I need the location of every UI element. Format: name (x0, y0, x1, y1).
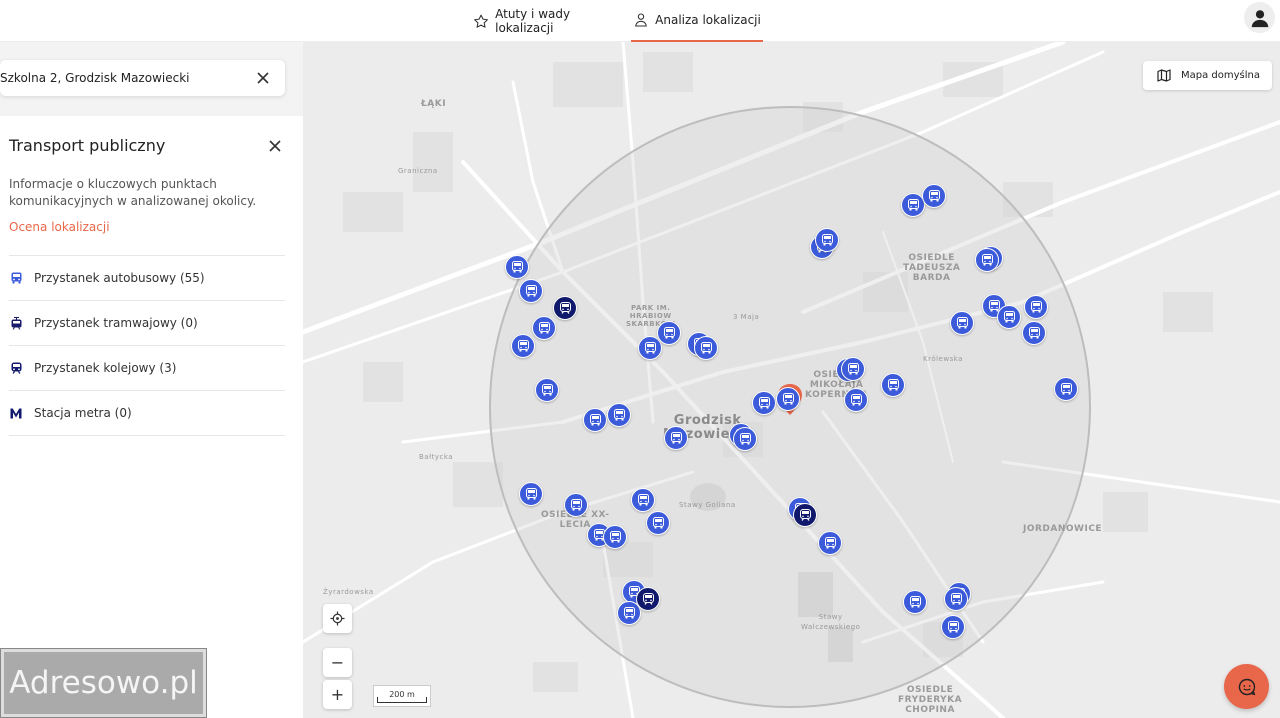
crosshair-icon (330, 611, 345, 626)
bus-icon (9, 271, 23, 285)
clear-address-icon[interactable] (255, 70, 271, 86)
map-type-button[interactable]: Mapa domyślna (1143, 61, 1272, 90)
divider (9, 435, 285, 436)
train-stop-marker[interactable] (636, 587, 660, 611)
map-label-osiedle-tb: OSIEDLE TADEUSZA BARDA (903, 253, 961, 283)
bus-stop-marker[interactable] (564, 493, 588, 517)
location-rating-link[interactable]: Ocena lokalizacji (9, 220, 110, 234)
bus-stop-marker[interactable] (997, 305, 1021, 329)
bus-stop-marker[interactable] (841, 357, 865, 381)
bus-stop-marker[interactable] (903, 590, 927, 614)
category-tram-stop[interactable]: Przystanek tramwajowy (0) (9, 300, 285, 345)
tab-analysis[interactable]: Analiza lokalizacji (631, 0, 763, 42)
scale-label: 200 m (389, 689, 415, 699)
address-value: Szkolna 2, Grodzisk Mazowiecki (0, 71, 190, 85)
train-stop-marker[interactable] (793, 503, 817, 527)
bus-stop-marker[interactable] (505, 255, 529, 279)
bus-stop-marker[interactable] (519, 482, 543, 506)
address-search-field[interactable]: Szkolna 2, Grodzisk Mazowiecki (0, 60, 285, 96)
bus-stop-marker[interactable] (631, 488, 655, 512)
category-bus-stop[interactable]: Przystanek autobusowy (55) (9, 255, 285, 300)
train-icon (9, 361, 23, 375)
adresowo-logo: Adresowo.pl (0, 648, 207, 718)
bus-stop-marker[interactable] (1022, 321, 1046, 345)
map-label-zyrardowska: Żyrardowska (323, 588, 374, 596)
map-label-baltycka: Bałtycka (419, 453, 454, 461)
map-label-laki: ŁĄKI (421, 99, 447, 109)
bus-stop-marker[interactable] (944, 587, 968, 611)
bus-stop-marker[interactable] (664, 426, 688, 450)
bus-stop-marker[interactable] (511, 334, 535, 358)
star-icon (474, 14, 488, 28)
logo-text: Adresowo.pl (9, 665, 198, 701)
chat-button[interactable] (1224, 664, 1269, 709)
chat-icon (1238, 678, 1255, 695)
top-bar: Atuty i wady lokalizacji Analiza lokaliz… (0, 0, 1280, 42)
bus-stop-marker[interactable] (844, 388, 868, 412)
metro-icon (9, 406, 23, 420)
category-label: Przystanek autobusowy (55) (34, 271, 205, 285)
bus-stop-marker[interactable] (607, 403, 631, 427)
map-label-osiedle-fc: OSIEDLE FRYDERYKA CHOPINA (898, 685, 963, 715)
bus-stop-marker[interactable] (922, 184, 946, 208)
map-canvas (303, 42, 1280, 718)
zoom-in-button[interactable]: + (323, 680, 352, 709)
train-stop-marker[interactable] (553, 296, 577, 320)
bus-stop-marker[interactable] (776, 387, 800, 411)
bus-stop-marker[interactable] (941, 615, 965, 639)
bus-stop-marker[interactable] (818, 531, 842, 555)
bus-stop-marker[interactable] (950, 311, 974, 335)
category-label: Przystanek tramwajowy (0) (34, 316, 198, 330)
map-icon (1157, 69, 1171, 82)
map-label-krolewska: Królewska (923, 355, 963, 363)
category-label: Przystanek kolejowy (3) (34, 361, 177, 375)
map-label-stawy-walczewskiego: Stawy Walczewskiego (801, 613, 861, 631)
bus-stop-marker[interactable] (881, 373, 905, 397)
tram-icon (9, 316, 23, 330)
bus-stop-marker[interactable] (535, 378, 559, 402)
user-icon (1251, 9, 1268, 27)
panel-title: Transport publiczny (9, 136, 166, 155)
bus-stop-marker[interactable] (646, 511, 670, 535)
category-train-stop[interactable]: Przystanek kolejowy (3) (9, 345, 285, 390)
zoom-out-label: − (330, 653, 345, 672)
map-type-label: Mapa domyślna (1181, 70, 1260, 81)
bus-stop-marker[interactable] (1024, 295, 1048, 319)
tab-pros-cons-label: Atuty i wady lokalizacji (495, 7, 571, 35)
tab-pros-cons[interactable]: Atuty i wady lokalizacji (473, 0, 625, 42)
zoom-out-button[interactable]: − (323, 648, 352, 677)
locate-me-button[interactable] (323, 604, 352, 633)
map-label-jordanowice: JORDANOWICE (1023, 524, 1103, 534)
bus-stop-marker[interactable] (815, 228, 839, 252)
bus-stop-marker[interactable] (733, 427, 757, 451)
close-panel-icon[interactable] (267, 138, 283, 154)
bus-stop-marker[interactable] (532, 316, 556, 340)
bus-stop-marker[interactable] (975, 248, 999, 272)
sidebar: Szkolna 2, Grodzisk Mazowiecki Transport… (0, 42, 303, 718)
category-metro-station[interactable]: Stacja metra (0) (9, 390, 285, 435)
category-label: Stacja metra (0) (34, 406, 132, 420)
bus-stop-marker[interactable] (583, 408, 607, 432)
map-label-3maja: 3 Maja (733, 313, 760, 321)
panel-description: Informacje o kluczowych punktach komunik… (9, 177, 257, 208)
zoom-in-label: + (330, 685, 345, 704)
bus-stop-marker[interactable] (519, 279, 543, 303)
bus-stop-marker[interactable] (657, 321, 681, 345)
map-view[interactable]: ŁĄKI Grodzisk Mazowiecki PARK IM. HRABIO… (303, 42, 1280, 718)
bus-stop-marker[interactable] (752, 391, 776, 415)
bus-stop-marker[interactable] (603, 525, 627, 549)
map-scale: 200 m (373, 685, 431, 707)
map-label-graniczna: Graniczna (398, 167, 438, 175)
bus-stop-marker[interactable] (1054, 377, 1078, 401)
map-label-stawy-goliana: Stawy Goliana (679, 501, 736, 509)
location-person-icon (635, 13, 648, 27)
user-avatar[interactable] (1244, 2, 1275, 33)
tab-analysis-label: Analiza lokalizacji (655, 13, 761, 27)
bus-stop-marker[interactable] (694, 336, 718, 360)
